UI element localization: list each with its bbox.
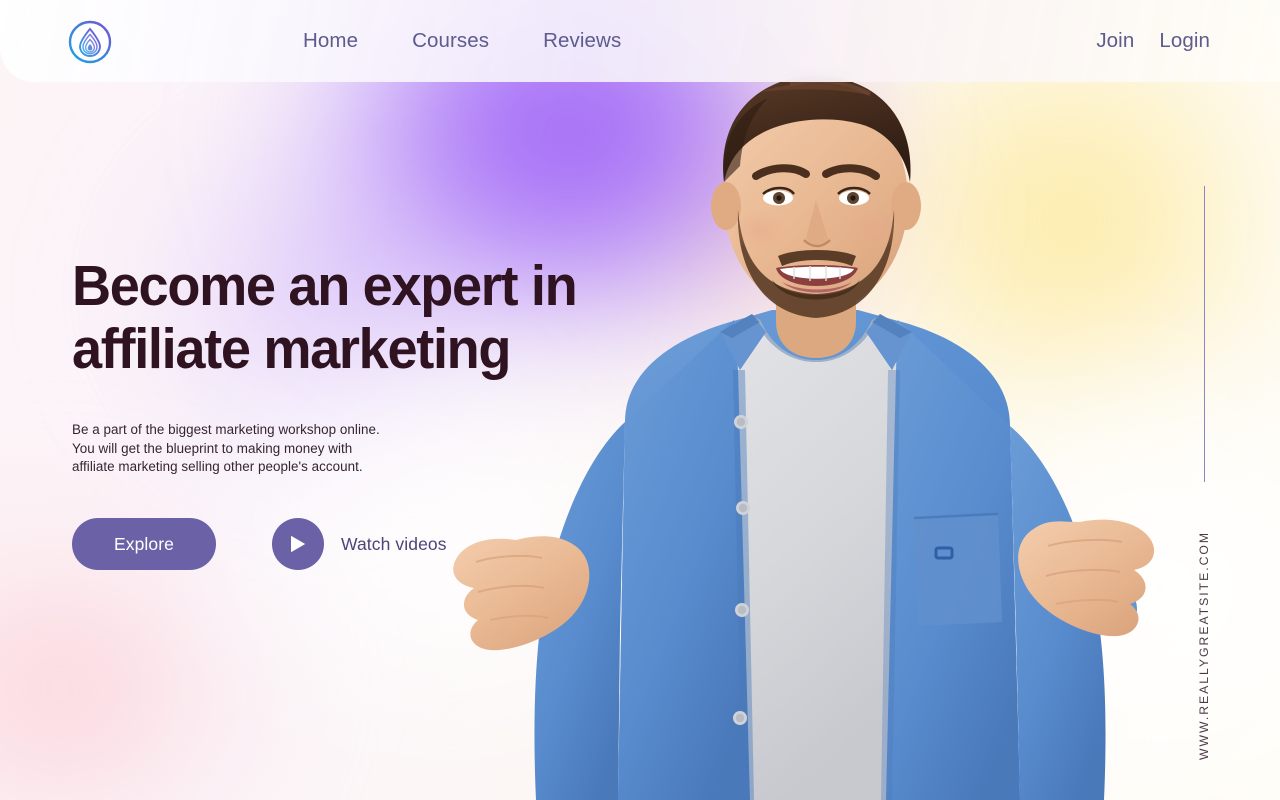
site-header: Home Courses Reviews Join Login [0, 0, 1280, 82]
landing-page-hero: Home Courses Reviews Join Login Become a… [0, 0, 1280, 800]
explore-button[interactable]: Explore [72, 518, 216, 570]
hero-cta-row: Explore Watch videos [72, 518, 447, 570]
nav-item-reviews[interactable]: Reviews [543, 29, 621, 53]
hero-subcopy: Be a part of the biggest marketing works… [72, 422, 380, 475]
watch-videos-action[interactable]: Watch videos [272, 518, 447, 570]
right-rail-divider [1204, 186, 1205, 482]
nav-item-join[interactable]: Join [1096, 29, 1134, 53]
account-navigation: Join Login [1096, 0, 1210, 82]
hero-headline: Become an expert in affiliate marketing [72, 254, 578, 381]
water-drop-badge-icon [68, 20, 112, 64]
nav-item-home[interactable]: Home [303, 29, 358, 53]
primary-navigation: Home Courses Reviews [303, 0, 621, 82]
website-url: WWW.REALLYGREATSITE.COM [1197, 530, 1211, 760]
brand-logo[interactable] [68, 20, 112, 64]
watch-videos-label: Watch videos [341, 533, 447, 554]
play-icon[interactable] [272, 518, 324, 570]
nav-item-login[interactable]: Login [1159, 29, 1210, 53]
hero-copy: Become an expert in affiliate marketing … [72, 255, 612, 477]
nav-item-courses[interactable]: Courses [412, 29, 489, 53]
